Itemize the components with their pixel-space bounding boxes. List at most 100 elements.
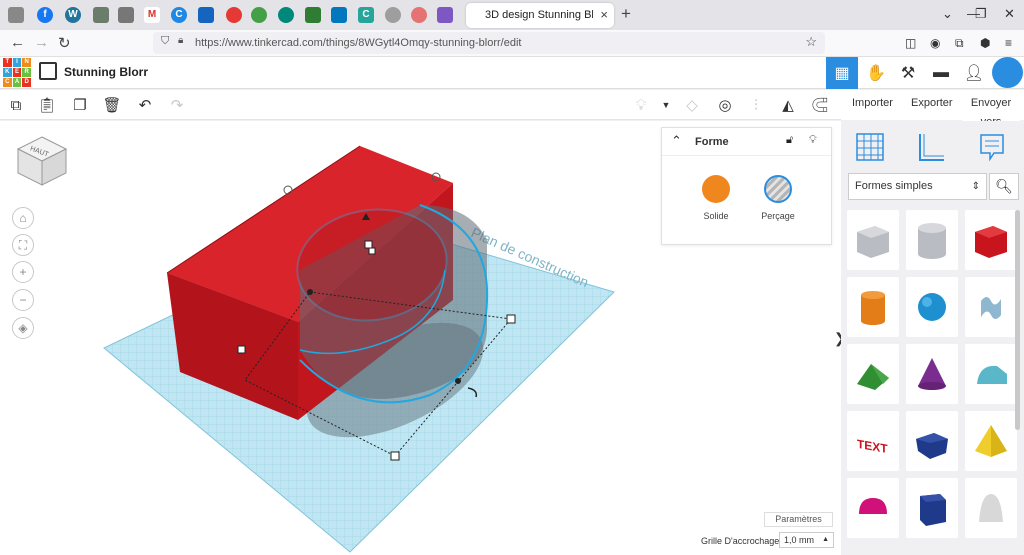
group-icon[interactable]: ◇ [682, 95, 702, 115]
inspector-header[interactable]: ⌃ Forme 🔓︎ 💡︎ [662, 128, 831, 156]
half-sphere-shape[interactable] [847, 478, 899, 538]
pinned-tab-icon[interactable]: C [358, 7, 374, 23]
account-icon[interactable]: ◉ [930, 36, 940, 50]
tinkercad-logo[interactable]: T I N K E R C A D [3, 58, 31, 87]
close-tab-icon[interactable]: × [600, 7, 608, 22]
tab-overview-icon[interactable] [8, 7, 24, 23]
resize-handle[interactable] [390, 451, 400, 461]
pyramid-shape[interactable] [965, 411, 1017, 471]
fit-view-icon[interactable]: ⛶ [12, 234, 34, 256]
bookmark-star-icon[interactable]: ☆ [805, 34, 817, 50]
restore-icon[interactable]: ❐ [975, 6, 987, 22]
sphere-shape[interactable] [906, 277, 958, 337]
text-shape[interactable]: TEXT [847, 411, 899, 471]
pinned-tab-icon[interactable] [118, 7, 134, 23]
perspective-icon[interactable]: ◈ [12, 317, 34, 339]
active-browser-tab[interactable]: 3D design Stunning Blorr - Tinkercad × [466, 3, 614, 28]
light-bulb-icon[interactable]: 💡︎ [631, 95, 651, 115]
resize-handle[interactable] [506, 314, 516, 324]
avatar[interactable] [992, 57, 1023, 88]
facebook-tab-icon[interactable]: f [37, 7, 53, 23]
design-list-icon[interactable] [39, 62, 57, 80]
design-title[interactable]: Stunning Blorr [64, 65, 148, 79]
lock-icon[interactable]: 🔒︎ [178, 35, 183, 46]
round-roof-shape[interactable] [965, 344, 1017, 404]
polygon-shape[interactable] [906, 478, 958, 538]
list-all-tabs-icon[interactable]: ⌄ [942, 6, 953, 22]
duplicate-icon[interactable]: ❐ [70, 95, 90, 115]
chevron-down-icon[interactable]: ▼ [656, 95, 676, 115]
ungroup-icon[interactable]: ◎ [715, 95, 735, 115]
lock-icon[interactable]: 🔓︎ [786, 134, 793, 147]
view-cube[interactable]: HAUT [14, 133, 70, 189]
chevron-up-icon[interactable]: ⌃ [671, 133, 682, 149]
cylinder-shape[interactable] [847, 277, 899, 337]
snap-grid-select[interactable]: 1,0 mm ▲ [779, 532, 834, 548]
grid-category-icon[interactable] [854, 131, 886, 163]
forward-icon[interactable]: → [34, 34, 49, 51]
export-button[interactable]: Exporter [911, 97, 953, 109]
resize-handle[interactable] [368, 247, 376, 255]
pinned-tab-icon[interactable] [278, 7, 294, 23]
redo-icon[interactable]: ↷ [167, 95, 187, 115]
ruler-category-icon[interactable] [915, 131, 947, 163]
lego-tab-icon[interactable]: ▬ [925, 57, 957, 89]
pinned-tab-icon[interactable] [93, 7, 109, 23]
cone-shape[interactable] [906, 344, 958, 404]
bricks-tab-icon[interactable]: ⚒ [892, 57, 924, 89]
resize-handle[interactable] [307, 289, 313, 295]
close-window-icon[interactable]: ✕ [1004, 6, 1015, 22]
pinned-tab-icon[interactable] [385, 7, 401, 23]
reload-icon[interactable]: ↻ [58, 34, 71, 52]
scribble-shape[interactable] [965, 277, 1017, 337]
pinned-tab-icon[interactable] [437, 7, 453, 23]
roof-shape[interactable] [847, 344, 899, 404]
pocket-icon[interactable]: ◫ [905, 36, 916, 50]
zoom-in-icon[interactable]: + [12, 261, 34, 283]
resize-handle[interactable] [455, 378, 461, 384]
workplane-magnet-icon[interactable]: 🧲︎ [810, 95, 830, 115]
new-tab-icon[interactable]: + [621, 4, 631, 24]
paste-icon[interactable]: 📋︎ [37, 95, 57, 115]
pinned-tab-icon[interactable] [226, 7, 242, 23]
cylinder-hole-shape[interactable] [906, 210, 958, 270]
blocks-tab-icon[interactable]: ✋ [860, 57, 892, 89]
import-button[interactable]: Importer [852, 97, 893, 109]
pinned-tab-icon[interactable]: C [171, 7, 187, 23]
solid-swatch[interactable] [702, 175, 730, 203]
search-icon[interactable]: 🔍︎ [989, 173, 1019, 200]
library-category-select[interactable]: Formes simples ⇕ [848, 173, 987, 200]
paraboloid-shape[interactable] [965, 478, 1017, 538]
shield-icon[interactable]: ⛉ [161, 35, 169, 48]
zoom-out-icon[interactable]: − [12, 289, 34, 311]
hole-swatch[interactable] [764, 175, 792, 203]
wordpress-tab-icon[interactable]: W [65, 7, 81, 23]
copy-icon[interactable]: ⧉ [6, 95, 26, 115]
mirror-icon[interactable]: ◭ [778, 95, 798, 115]
notes-category-icon[interactable] [976, 131, 1008, 163]
resize-handle[interactable] [237, 345, 246, 354]
gmail-tab-icon[interactable]: M [144, 7, 160, 23]
pinned-tab-icon[interactable] [198, 7, 214, 23]
menu-icon[interactable]: ≡ [1005, 36, 1012, 50]
box-tilted-shape[interactable] [906, 411, 958, 471]
pinned-tab-icon[interactable] [251, 7, 267, 23]
settings-button[interactable]: Paramètres [764, 512, 833, 527]
extension-icon[interactable]: ⬢ [980, 36, 990, 50]
pinned-tab-icon[interactable] [411, 7, 427, 23]
delete-icon[interactable]: 🗑︎ [102, 95, 122, 115]
resize-handle[interactable] [364, 240, 373, 249]
undo-icon[interactable]: ↶ [135, 95, 155, 115]
library-scrollbar[interactable] [1015, 210, 1020, 430]
3d-view-tab-icon[interactable]: ▦ [826, 57, 858, 89]
box-shape[interactable] [965, 210, 1017, 270]
back-icon[interactable]: ← [10, 34, 25, 51]
align-icon[interactable]: ⫶ [746, 95, 766, 115]
extensions-icon[interactable]: ⧉ [955, 36, 964, 51]
home-view-icon[interactable]: ⌂ [12, 207, 34, 229]
light-bulb-icon[interactable]: 💡︎ [809, 134, 817, 147]
url-field[interactable]: ⛉ 🔒︎ https://www.tinkercad.com/things/8W… [153, 32, 825, 54]
add-user-icon[interactable]: 👤︎ [958, 57, 990, 89]
pinned-tab-icon[interactable] [305, 7, 321, 23]
box-hole-shape[interactable] [847, 210, 899, 270]
